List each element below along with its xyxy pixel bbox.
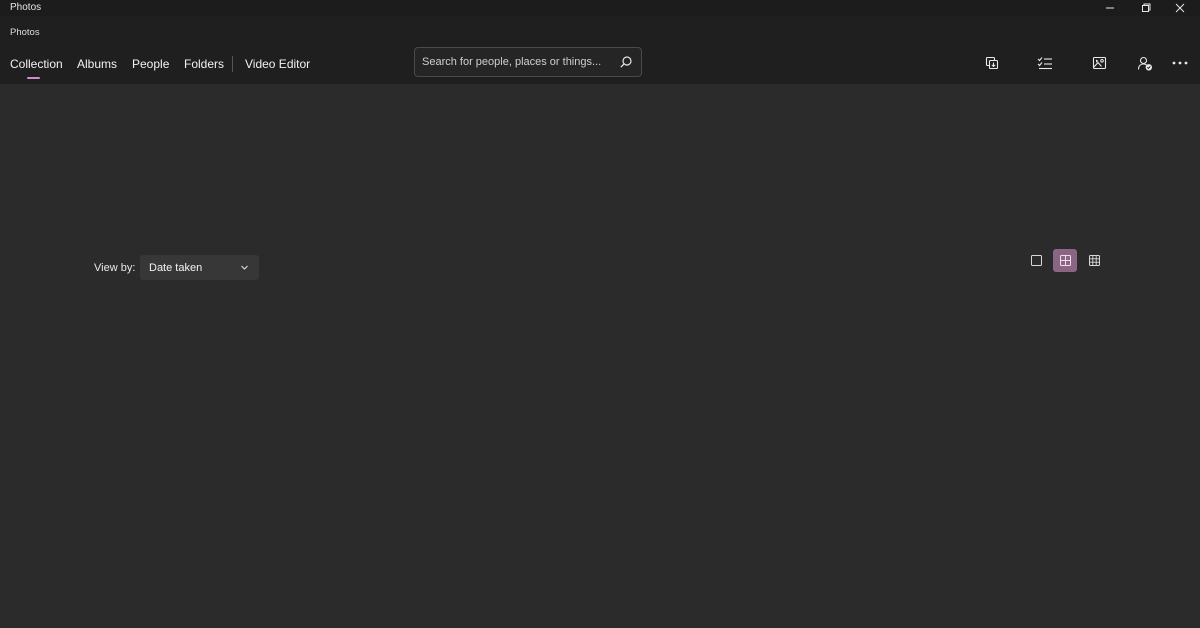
- more-options-button[interactable]: [1171, 54, 1189, 72]
- tab-collection[interactable]: Collection: [10, 57, 63, 75]
- slideshow-button[interactable]: [1090, 54, 1108, 72]
- more-icon: [1172, 61, 1188, 65]
- tab-folders[interactable]: Folders: [184, 57, 224, 75]
- window-titlebar: Photos: [0, 0, 1200, 16]
- nav-divider: [232, 56, 233, 72]
- medium-view-button[interactable]: [1053, 249, 1077, 272]
- large-view-button[interactable]: [1024, 249, 1048, 272]
- search-box: [414, 47, 642, 77]
- select-button[interactable]: [1036, 54, 1054, 72]
- sign-in-icon: [1137, 56, 1152, 70]
- tab-people[interactable]: People: [132, 57, 169, 75]
- chevron-down-icon: [241, 265, 248, 270]
- app-title: Photos: [10, 27, 40, 38]
- select-icon: [1037, 57, 1052, 70]
- active-tab-indicator: [27, 77, 40, 79]
- search-icon: [620, 56, 632, 68]
- import-icon: [985, 56, 999, 70]
- medium-view-icon: [1059, 255, 1071, 266]
- close-button[interactable]: [1163, 0, 1197, 16]
- slideshow-icon: [1092, 56, 1106, 70]
- restore-icon: [1142, 3, 1151, 12]
- view-by-label: View by:: [94, 262, 136, 274]
- tab-video-editor[interactable]: Video Editor: [245, 57, 310, 75]
- sign-in-button[interactable]: [1136, 54, 1154, 72]
- search-button[interactable]: [619, 55, 633, 69]
- small-view-button[interactable]: [1082, 249, 1106, 272]
- view-by-selected-value: Date taken: [149, 262, 203, 274]
- minimize-button[interactable]: [1093, 0, 1127, 16]
- import-button[interactable]: [983, 54, 1001, 72]
- small-view-icon: [1088, 255, 1100, 266]
- window-title: Photos: [10, 2, 42, 13]
- close-icon: [1175, 3, 1185, 13]
- minimize-icon: [1106, 7, 1114, 9]
- search-input[interactable]: [422, 48, 612, 76]
- app-header: Photos Collection Albums People Folders …: [0, 16, 1200, 84]
- large-view-icon: [1030, 255, 1042, 266]
- restore-button[interactable]: [1129, 0, 1163, 16]
- view-by-dropdown[interactable]: Date taken: [140, 255, 259, 280]
- tab-albums[interactable]: Albums: [77, 57, 117, 75]
